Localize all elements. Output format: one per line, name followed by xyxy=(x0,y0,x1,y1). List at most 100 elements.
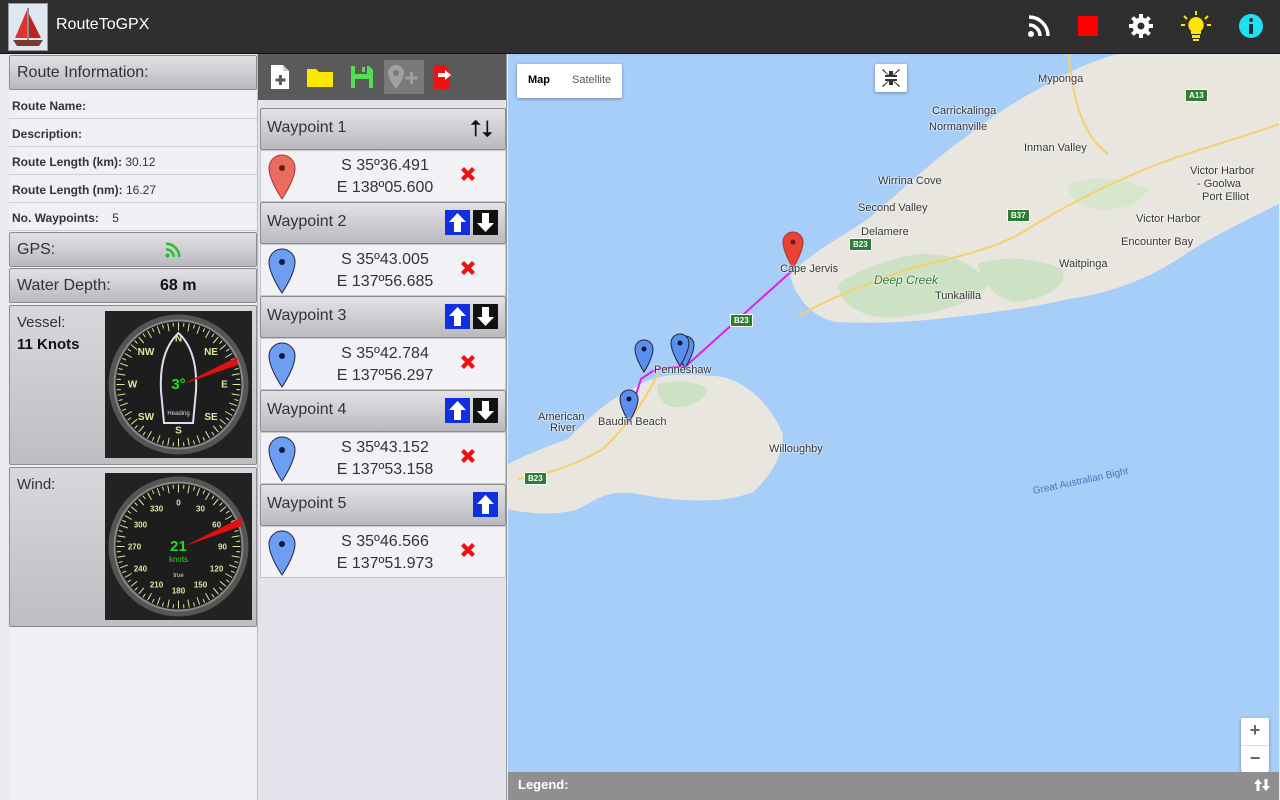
delete-waypoint-icon[interactable] xyxy=(457,539,479,561)
new-route-icon[interactable] xyxy=(262,60,298,94)
open-folder-icon[interactable] xyxy=(302,60,338,94)
dial-label: E xyxy=(221,380,228,391)
vessel-gauge-box: Vessel: 11 Knots N NE E SE S SW W NW 3° Heading xyxy=(9,305,257,465)
map-label: Victor Harbor xyxy=(1190,165,1255,177)
map-label: Baudin Beach xyxy=(598,416,667,428)
delete-waypoint-icon[interactable] xyxy=(457,445,479,467)
waypoint-header[interactable]: Waypoint 3 xyxy=(260,296,506,338)
compass-gauge: N NE E SE S SW W NW 3° Heading xyxy=(105,311,252,458)
map-base-layer xyxy=(508,54,1279,514)
heading-value: 3° xyxy=(171,376,185,393)
zoom-out-button[interactable]: − xyxy=(1241,745,1269,772)
dial-label: W xyxy=(128,380,138,391)
waypoint-longitude: E 138º05.600 xyxy=(336,179,434,196)
route-length-nm-value: 16.27 xyxy=(126,183,157,197)
map-label: Waitpinga xyxy=(1059,258,1108,270)
gps-header: GPS: xyxy=(9,232,257,267)
waypoint-item: Waypoint 1 S 35º36.491 E 138º05.600 xyxy=(260,108,506,202)
map-label: Normanville xyxy=(929,121,988,133)
lightbulb-icon[interactable] xyxy=(1179,9,1213,43)
route-info-panel: Route Information: Route Name: Descripti… xyxy=(9,54,258,800)
app-window: RouteToGPX Route Information: Route Name… xyxy=(0,0,1280,800)
vessel-speed: 11 Knots xyxy=(17,336,80,353)
road-shield: A13 xyxy=(1185,89,1208,102)
waypoint-header[interactable]: Waypoint 1 xyxy=(260,108,506,150)
reverse-route-icon[interactable] xyxy=(469,116,494,141)
description-label: Description: xyxy=(12,127,83,141)
legend-toggle-icon[interactable] xyxy=(1253,777,1271,793)
waypoint-toolbar xyxy=(258,54,506,100)
gear-icon[interactable] xyxy=(1124,9,1158,43)
move-up-icon[interactable] xyxy=(445,398,470,423)
delete-waypoint-icon[interactable] xyxy=(457,163,479,185)
map-label: Carrickalinga xyxy=(932,105,997,117)
map-label: Tunkalilla xyxy=(935,290,982,302)
wind-label: Wind: xyxy=(17,476,56,493)
route-name-label: Route Name: xyxy=(12,99,87,113)
save-icon[interactable] xyxy=(344,60,380,94)
map-label: Wirrina Cove xyxy=(878,175,942,187)
app-logo xyxy=(8,3,48,51)
waypoint-latitude: S 35º42.784 xyxy=(341,345,429,362)
dial-label: NW xyxy=(138,347,155,358)
waypoint-name: Waypoint 5 xyxy=(267,495,347,512)
dial-label: 150 xyxy=(194,581,208,590)
delete-waypoint-icon[interactable] xyxy=(457,351,479,373)
waypoint-coordinates: S 35º42.784 E 137º56.297 xyxy=(321,343,449,387)
zoom-in-button[interactable]: + xyxy=(1241,718,1269,745)
map-type-satellite-button[interactable]: Satellite xyxy=(561,64,622,98)
move-down-icon[interactable] xyxy=(473,210,498,235)
legend-bar[interactable]: Legend: xyxy=(508,772,1279,800)
waypoint-header[interactable]: Waypoint 4 xyxy=(260,390,506,432)
dial-label: NE xyxy=(204,347,218,358)
move-up-icon[interactable] xyxy=(473,492,498,517)
route-name-row: Route Name: xyxy=(9,91,257,119)
waypoint-body: S 35º46.566 E 137º51.973 xyxy=(260,526,506,578)
export-gpx-icon[interactable] xyxy=(426,60,462,94)
stop-icon[interactable] xyxy=(1071,9,1105,43)
waypoint-item: Waypoint 3 S 35º42.784 E 137º56.297 xyxy=(260,296,506,390)
heading-label: Heading xyxy=(167,411,189,417)
map-view[interactable]: Myponga Carrickalinga Normanville Inman … xyxy=(508,54,1279,772)
waypoint-coordinates: S 35º43.005 E 137º56.685 xyxy=(321,249,449,293)
rss-icon[interactable] xyxy=(1022,9,1056,43)
move-up-icon[interactable] xyxy=(445,210,470,235)
map-type-map-button[interactable]: Map xyxy=(517,64,561,98)
water-depth-value: 68 m xyxy=(160,277,197,294)
wind-true-label: true xyxy=(173,573,184,579)
add-waypoint-icon[interactable] xyxy=(384,60,424,94)
waypoint-name: Waypoint 3 xyxy=(267,307,347,324)
waypoint-longitude: E 137º56.297 xyxy=(336,367,434,384)
waypoint-count-row: No. Waypoints: 5 xyxy=(9,203,257,231)
description-row: Description: xyxy=(9,119,257,147)
map-label: Second Valley xyxy=(858,202,928,214)
map-label: Deep Creek xyxy=(874,273,939,287)
waypoint-name: Waypoint 4 xyxy=(267,401,347,418)
waypoint-name: Waypoint 1 xyxy=(267,119,347,136)
dial-label: 120 xyxy=(210,565,224,574)
waypoint-name: Waypoint 2 xyxy=(267,213,347,230)
waypoint-header[interactable]: Waypoint 2 xyxy=(260,202,506,244)
map-label: Delamere xyxy=(861,226,909,238)
waypoint-longitude: E 137º53.158 xyxy=(336,461,434,478)
waypoint-latitude: S 35º36.491 xyxy=(341,157,429,174)
fullscreen-button[interactable] xyxy=(875,64,907,92)
waypoint-item: Waypoint 2 S 35º43.005 E 137º56.685 xyxy=(260,202,506,296)
route-length-nm-row: Route Length (nm): 16.27 xyxy=(9,175,257,203)
waypoint-header[interactable]: Waypoint 5 xyxy=(260,484,506,526)
map-type-control: Map Satellite xyxy=(517,64,623,98)
info-icon[interactable] xyxy=(1234,9,1268,43)
move-up-icon[interactable] xyxy=(445,304,470,329)
move-down-icon[interactable] xyxy=(473,304,498,329)
waypoint-latitude: S 35º43.152 xyxy=(341,439,429,456)
waypoint-latitude: S 35º46.566 xyxy=(341,533,429,550)
delete-waypoint-icon[interactable] xyxy=(457,257,479,279)
map-label: Willoughby xyxy=(769,443,823,455)
route-info-header: Route Information: xyxy=(9,55,257,90)
road-shield: B37 xyxy=(1007,209,1030,222)
move-down-icon[interactable] xyxy=(473,398,498,423)
map-marker-waypoint[interactable] xyxy=(634,339,654,373)
route-length-km-label: Route Length (km): xyxy=(12,155,122,169)
road-shield: B23 xyxy=(730,314,753,327)
map-label: Penneshaw xyxy=(654,364,712,376)
